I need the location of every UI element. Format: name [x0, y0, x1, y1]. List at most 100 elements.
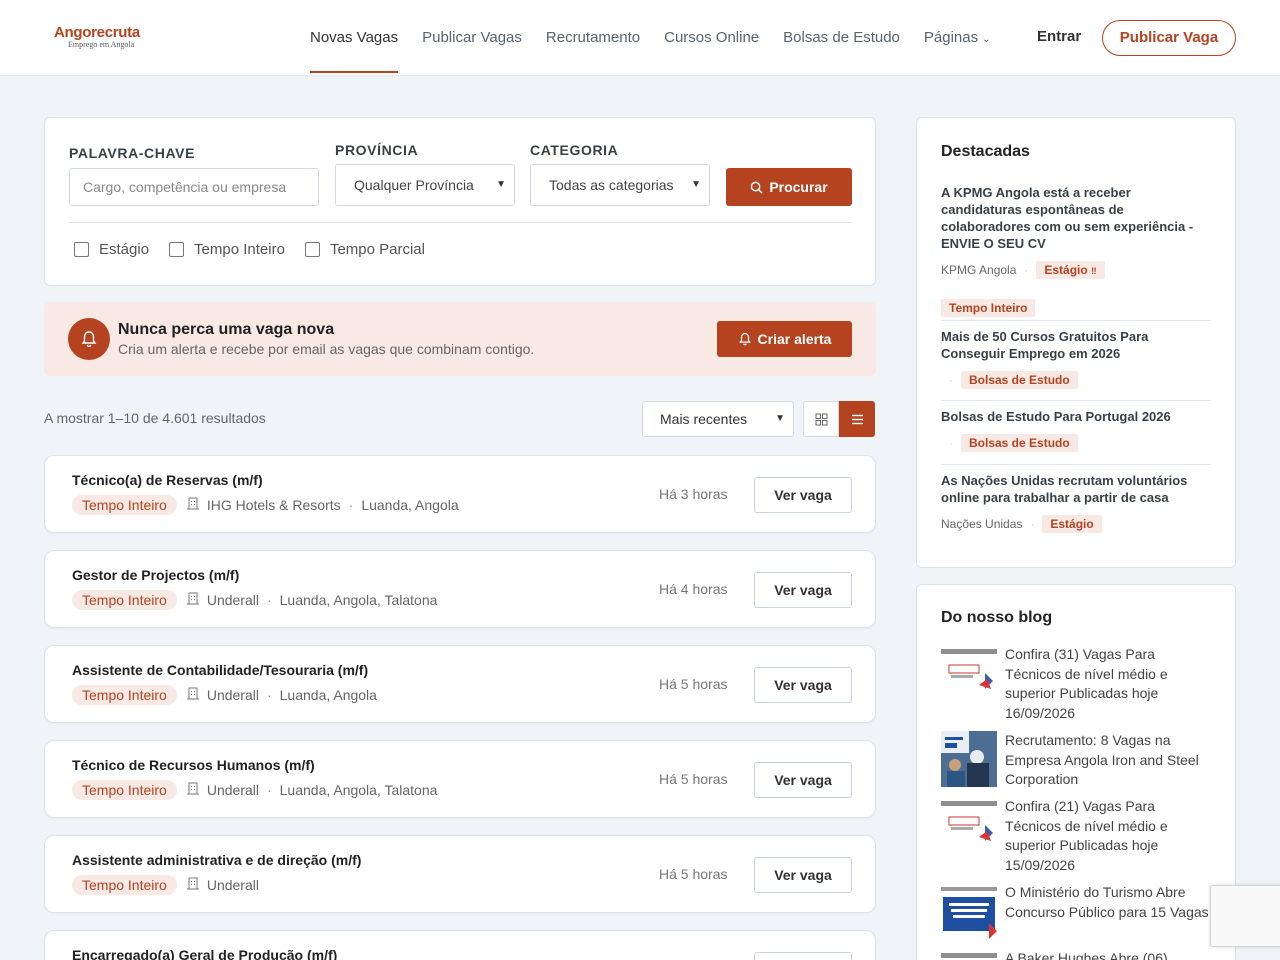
blog-post-title[interactable]: Confira (31) Vagas Para Técnicos de níve… [1005, 645, 1213, 723]
blog-title: Do nosso blog [941, 609, 1053, 626]
create-alert-button[interactable]: Criar alerta [717, 321, 852, 357]
checkbox[interactable] [169, 242, 185, 257]
view-job-button[interactable]: Ver vaga [754, 762, 852, 798]
blog-post[interactable]: A Baker Hughes Abre (06) [941, 949, 1213, 960]
featured-item[interactable]: A KPMG Angola está a receber candidatura… [941, 184, 1211, 317]
job-title[interactable]: Encarregado(a) Geral de Produção (m/f) [72, 947, 337, 960]
job-card[interactable]: Gestor de Projectos (m/f) Tempo Inteiro … [44, 550, 876, 628]
view-job-button[interactable]: Ver vaga [754, 477, 852, 513]
job-location: Luanda, Angola [279, 687, 377, 703]
list-view-button[interactable] [839, 401, 875, 437]
search-button[interactable]: Procurar [726, 168, 852, 206]
bell-icon [68, 318, 110, 360]
checkbox[interactable] [304, 242, 320, 257]
filter-tempo-parcial[interactable]: Tempo Parcial [304, 241, 425, 258]
publish-job-button[interactable]: Publicar Vaga [1102, 20, 1236, 56]
filter-label: Tempo Inteiro [194, 241, 285, 258]
concurso-thumbnail[interactable] [941, 883, 997, 939]
logo[interactable]: Angorecruta Emprego em Angola [54, 24, 140, 49]
recaptcha-badge[interactable] [1210, 885, 1280, 947]
blog-post[interactable]: Recrutamento: 8 Vagas na Empresa Angola … [941, 731, 1213, 790]
blog-post-title[interactable]: A Baker Hughes Abre (06) [1005, 949, 1168, 960]
blog-post-title[interactable]: O Ministério do Turismo Abre Concurso Pú… [1005, 883, 1213, 939]
job-card[interactable]: Assistente administrativa e de direção (… [44, 835, 876, 913]
job-location: Luanda, Angola, Talatona [279, 782, 438, 798]
vagas-thumbnail[interactable] [941, 645, 997, 701]
filter-label: Tempo Parcial [329, 241, 425, 258]
chevron-down-icon: ▼ [496, 179, 506, 190]
job-card[interactable]: Encarregado(a) Geral de Produção (m/f) [44, 930, 876, 960]
nav-cursos-online[interactable]: Cursos Online [664, 0, 759, 76]
province-value: Qualquer Província [354, 177, 474, 193]
featured-item-meta: · Bolsas de Estudo [941, 371, 1211, 389]
job-card[interactable]: Técnico de Recursos Humanos (m/f) Tempo … [44, 740, 876, 818]
featured-item-meta: · Bolsas de Estudo [941, 434, 1211, 452]
blog-post-title[interactable]: Recrutamento: 8 Vagas na Empresa Angola … [1005, 731, 1213, 790]
category-value: Todas as categorias [549, 177, 674, 193]
blog-post[interactable]: O Ministério do Turismo Abre Concurso Pú… [941, 883, 1213, 939]
job-meta: Tempo Inteiro Underall · Luanda, Angola,… [72, 780, 437, 800]
sort-select[interactable]: Mais recentes ▼ [642, 401, 794, 437]
blog-post[interactable]: Confira (31) Vagas Para Técnicos de níve… [941, 645, 1213, 723]
job-location: Luanda, Angola, Talatona [279, 592, 438, 608]
grid-icon [815, 413, 827, 425]
vagas-thumbnail[interactable] [941, 797, 997, 853]
nav-publicar-vagas[interactable]: Publicar Vagas [422, 0, 522, 76]
search-icon [750, 181, 763, 194]
job-title[interactable]: Técnico de Recursos Humanos (m/f) [72, 757, 315, 773]
job-type-filters: Estágio Tempo Inteiro Tempo Parcial [74, 241, 425, 258]
main-nav: Novas Vagas Publicar Vagas Recrutamento … [310, 0, 1015, 76]
filter-estagio[interactable]: Estágio [74, 241, 149, 258]
featured-item[interactable]: Mais de 50 Cursos Gratuitos Para Consegu… [941, 328, 1211, 389]
separator: · [266, 687, 272, 703]
company-name: Underall [206, 877, 259, 893]
province-select[interactable]: Qualquer Província ▼ [335, 164, 515, 206]
blog-post[interactable]: Confira (21) Vagas Para Técnicos de níve… [941, 797, 1213, 875]
blog-panel: Do nosso blog Confira (31) Vagas Para Té… [916, 584, 1236, 960]
job-meta: Tempo Inteiro Underall · Luanda, Angola [72, 685, 377, 705]
featured-item[interactable]: As Nações Unidas recrutam voluntários on… [941, 472, 1211, 533]
list-icon [851, 414, 863, 424]
job-alert-banner: Nunca perca uma vaga nova Cria um alerta… [44, 302, 876, 376]
job-title[interactable]: Assistente administrativa e de direção (… [72, 852, 361, 868]
nav-novas-vagas[interactable]: Novas Vagas [310, 0, 399, 76]
job-type-badge: Tempo Inteiro [72, 875, 177, 895]
alert-title: Nunca perca uma vaga nova [118, 321, 335, 338]
keyword-input[interactable]: Cargo, competência ou empresa [69, 168, 319, 206]
vagas-thumbnail[interactable] [941, 949, 997, 960]
grid-view-button[interactable] [803, 401, 839, 437]
featured-item-title[interactable]: A KPMG Angola está a receber candidatura… [941, 184, 1211, 252]
building-icon [186, 592, 199, 608]
checkbox[interactable] [74, 242, 89, 257]
view-job-button[interactable]: Ver vaga [754, 857, 852, 893]
category-select[interactable]: Todas as categorias ▼ [530, 164, 710, 206]
featured-company: Nações Unidas [941, 517, 1023, 531]
job-card[interactable]: Técnico(a) de Reservas (m/f) Tempo Intei… [44, 455, 876, 533]
filter-tempo-inteiro[interactable]: Tempo Inteiro [169, 241, 285, 258]
company-name: IHG Hotels & Resorts [206, 497, 341, 513]
view-job-button[interactable]: Ver vaga [754, 572, 852, 608]
job-title[interactable]: Gestor de Projectos (m/f) [72, 567, 239, 583]
separator: · [949, 373, 953, 387]
posted-time: Há 3 horas [659, 486, 728, 502]
view-job-button[interactable] [754, 952, 852, 960]
job-type-badge: Tempo Inteiro [72, 495, 177, 515]
featured-item-title[interactable]: As Nações Unidas recrutam voluntários on… [941, 472, 1211, 506]
nav-paginas[interactable]: Páginas ⌄ [924, 0, 991, 76]
province-label: PROVÍNCIA [335, 142, 419, 158]
posted-time: Há 4 horas [659, 581, 728, 597]
blog-post-title[interactable]: Confira (21) Vagas Para Técnicos de níve… [1005, 797, 1213, 875]
job-title[interactable]: Assistente de Contabilidade/Tesouraria (… [72, 662, 368, 678]
job-card[interactable]: Assistente de Contabilidade/Tesouraria (… [44, 645, 876, 723]
login-link[interactable]: Entrar [1037, 28, 1081, 45]
featured-item-title[interactable]: Mais de 50 Cursos Gratuitos Para Consegu… [941, 328, 1211, 362]
featured-item[interactable]: Bolsas de Estudo Para Portugal 2026 · Bo… [941, 408, 1211, 452]
view-job-button[interactable]: Ver vaga [754, 667, 852, 703]
featured-item-title[interactable]: Bolsas de Estudo Para Portugal 2026 [941, 408, 1211, 425]
nav-bolsas-de-estudo[interactable]: Bolsas de Estudo [783, 0, 900, 76]
job-title[interactable]: Técnico(a) de Reservas (m/f) [72, 472, 263, 488]
workers-thumbnail[interactable] [941, 731, 997, 787]
nav-recrutamento[interactable]: Recrutamento [546, 0, 640, 76]
divider [69, 222, 852, 223]
chevron-down-icon: ▼ [775, 413, 785, 424]
